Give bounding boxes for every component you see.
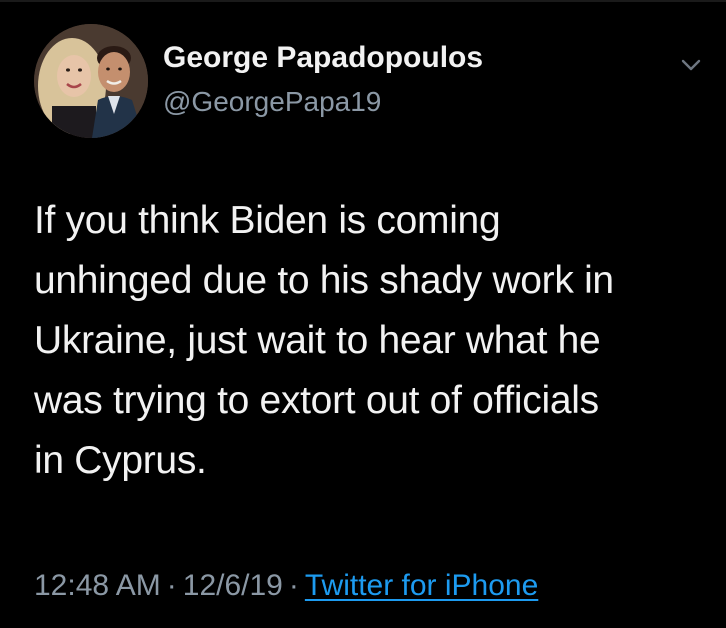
tweet-text-line: Ukraine, just wait to hear what he — [34, 319, 601, 362]
chevron-down-icon — [681, 59, 701, 71]
meta-separator: · — [166, 569, 177, 602]
meta-separator: · — [288, 569, 299, 602]
avatar[interactable] — [34, 24, 148, 138]
tweet-text-line: in Cyprus. — [34, 439, 207, 482]
author-handle[interactable]: @GeorgePapa19 — [163, 86, 381, 118]
top-edge — [0, 0, 726, 2]
tweet-text: If you think Biden is coming unhinged du… — [34, 191, 714, 491]
more-options-button[interactable] — [678, 52, 704, 78]
tweet-text-line: was trying to extort out of officials — [34, 379, 599, 422]
profile-photo-icon — [34, 24, 148, 138]
author-display-name[interactable]: George Papadopoulos — [163, 41, 483, 75]
tweet-source-link[interactable]: Twitter for iPhone — [305, 569, 538, 602]
tweet-text-line: If you think Biden is coming — [34, 199, 501, 242]
tweet-time[interactable]: 12:48 AM — [34, 569, 161, 602]
tweet-meta: 12:48 AM · 12/6/19 · Twitter for iPhone — [34, 569, 538, 603]
tweet-date[interactable]: 12/6/19 — [183, 569, 283, 602]
tweet-text-line: unhinged due to his shady work in — [34, 259, 614, 302]
